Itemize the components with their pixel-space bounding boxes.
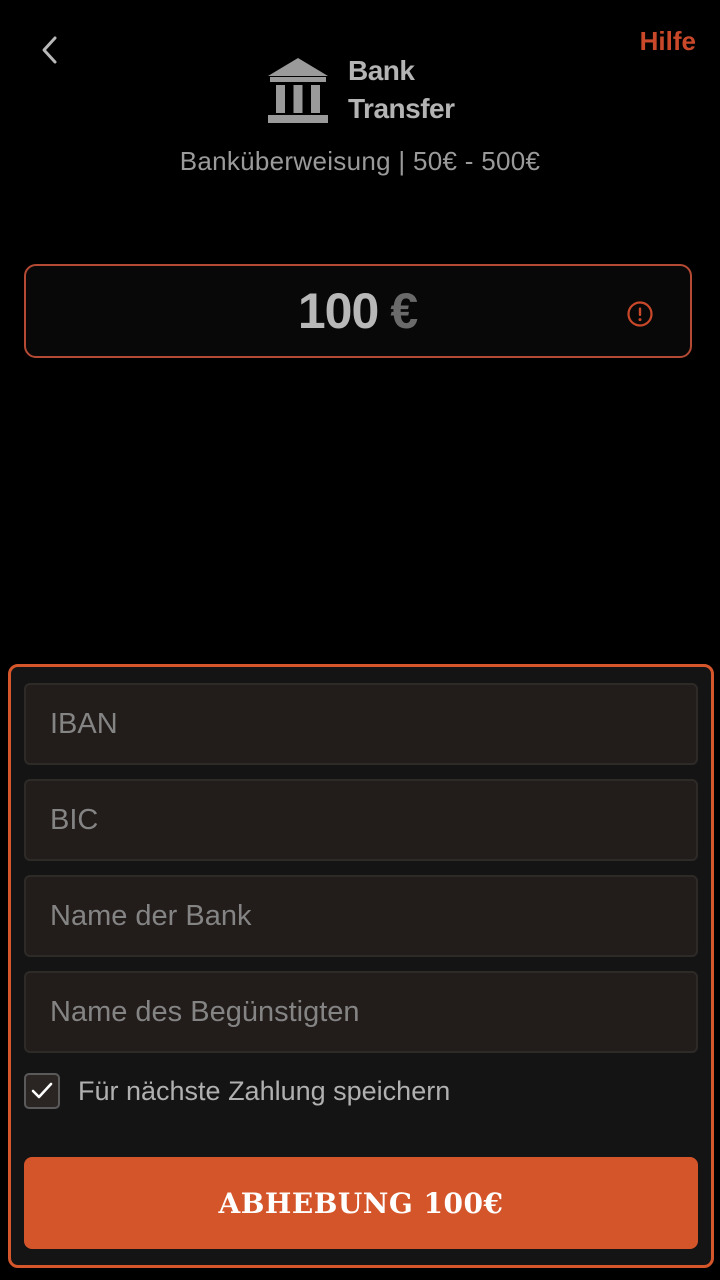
payment-method-brand: Bank Transfer: [266, 52, 455, 128]
withdrawal-form: Für nächste Zahlung speichern ABHEBUNG 1…: [8, 664, 714, 1268]
brand-title-line2: Transfer: [348, 93, 455, 124]
amount-input[interactable]: 100 €: [24, 264, 692, 358]
bank-icon: [268, 58, 328, 123]
iban-field[interactable]: [24, 683, 698, 765]
amount-currency: €: [390, 283, 419, 339]
back-button[interactable]: [30, 28, 70, 72]
withdraw-button-label: ABHEBUNG 100€: [218, 1186, 504, 1220]
amount-value: 100: [297, 283, 379, 339]
save-checkbox[interactable]: [24, 1073, 60, 1109]
bank-name-field[interactable]: [24, 875, 698, 957]
payment-method-subtitle: Banküberweisung | 50€ - 500€: [179, 146, 541, 176]
beneficiary-name-field[interactable]: [24, 971, 698, 1053]
save-checkbox-label: Für nächste Zahlung speichern: [78, 1075, 451, 1106]
brand-title: Bank Transfer: [348, 52, 455, 128]
brand-title-line1: Bank: [348, 55, 415, 86]
warning-icon: [627, 301, 653, 327]
withdraw-button[interactable]: ABHEBUNG 100€: [24, 1157, 698, 1249]
save-for-next-payment[interactable]: Für nächste Zahlung speichern: [24, 1073, 450, 1109]
checkmark-icon: [31, 1082, 53, 1099]
chevron-left-icon: [42, 36, 57, 64]
help-link[interactable]: Hilfe: [640, 26, 696, 57]
bic-field[interactable]: [24, 779, 698, 861]
